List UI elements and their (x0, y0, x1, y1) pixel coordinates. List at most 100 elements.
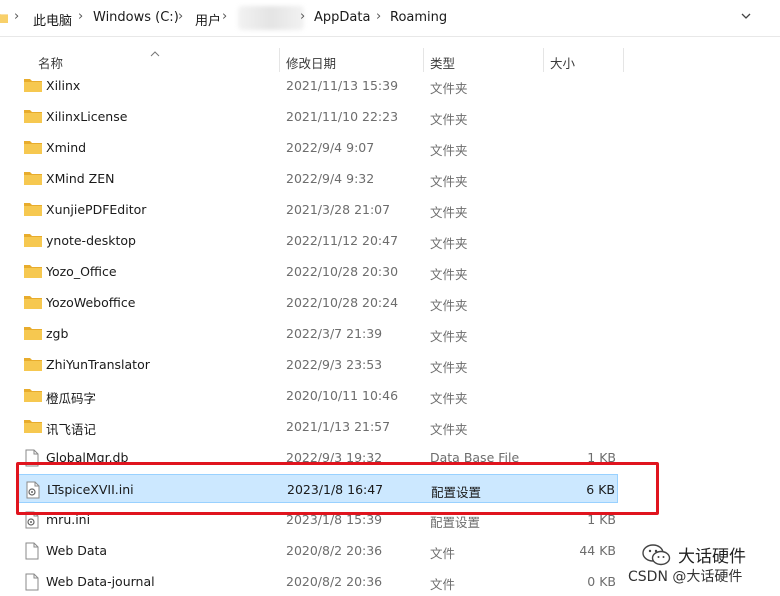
file-name: Web Data (46, 543, 108, 558)
file-type: 文件夹 (430, 298, 468, 313)
file-date: 2022/10/28 20:30 (286, 264, 399, 279)
file-date: 2020/10/11 10:46 (286, 388, 399, 403)
watermark-title: 大话硬件 (642, 542, 746, 567)
sort-ascending-icon (150, 46, 160, 61)
file-date: 2021/11/10 22:23 (286, 109, 399, 124)
file-row[interactable]: Xmind 2022/9/4 9:07 文件夹 (18, 133, 618, 162)
file-date: 2021/1/13 21:57 (286, 419, 391, 434)
breadcrumb-users[interactable]: 用户 (195, 10, 221, 29)
file-name: Xmind (46, 140, 87, 155)
folder-icon (24, 170, 42, 186)
file-name: 橙瓜码字 (46, 391, 97, 406)
folder-icon (24, 325, 42, 341)
chevron-down-icon[interactable] (740, 10, 752, 25)
file-row[interactable]: Web Data 2020/8/2 20:36 文件 44 KB (18, 536, 618, 565)
file-row[interactable]: YozoWeboffice 2022/10/28 20:24 文件夹 (18, 288, 618, 317)
breadcrumb-roaming[interactable]: Roaming (390, 10, 447, 25)
file-name: XMind ZEN (46, 171, 115, 186)
file-type: 文件夹 (430, 112, 468, 127)
chevron-right-icon[interactable]: › (376, 9, 381, 24)
breadcrumb-appdata[interactable]: AppData (314, 10, 370, 25)
file-row[interactable]: XilinxLicense 2021/11/10 22:23 文件夹 (18, 102, 618, 131)
file-type: 文件 (430, 546, 456, 561)
file-date: 2022/11/12 20:47 (286, 233, 399, 248)
file-name: Xilinx (46, 78, 81, 93)
column-date[interactable]: 修改日期 (286, 53, 336, 72)
file-name: XilinxLicense (46, 109, 128, 124)
breadcrumb-username-redacted[interactable] (238, 6, 304, 30)
folder-icon (24, 77, 42, 93)
file-name: 讯飞语记 (46, 422, 97, 437)
file-name: Web Data-journal (46, 574, 155, 589)
file-name: YozoWeboffice (46, 295, 136, 310)
file-type: Data Base File (430, 450, 520, 465)
file-type: 文件夹 (430, 422, 468, 437)
settings-file-icon (25, 481, 43, 499)
column-type[interactable]: 类型 (430, 53, 455, 72)
file-row[interactable]: XMind ZEN 2022/9/4 9:32 文件夹 (18, 164, 618, 193)
file-icon (24, 542, 42, 560)
file-row[interactable]: LTspiceXVII.ini 2023/1/8 16:47 配置设置 6 KB (18, 474, 618, 503)
file-type: 文件夹 (430, 174, 468, 189)
file-type: 文件 (430, 577, 456, 592)
file-date: 2022/9/3 23:53 (286, 357, 383, 372)
file-date: 2022/3/7 21:39 (286, 326, 383, 341)
folder-icon (24, 139, 42, 155)
file-date: 2021/3/28 21:07 (286, 202, 391, 217)
folder-icon (24, 387, 42, 403)
file-row[interactable]: Xilinx 2021/11/13 15:39 文件夹 (18, 71, 618, 100)
file-name: LTspiceXVII.ini (47, 482, 134, 497)
file-type: 文件夹 (430, 81, 468, 96)
file-date: 2022/9/4 9:32 (286, 171, 375, 186)
breadcrumb-drive[interactable]: Windows (C:) (93, 10, 179, 25)
file-date: 2021/11/13 15:39 (286, 78, 399, 93)
file-name: ZhiYunTranslator (46, 357, 150, 372)
file-date: 2022/9/3 19:32 (286, 450, 383, 465)
file-size: 6 KB (586, 482, 615, 497)
folder-icon (24, 108, 42, 124)
file-size: 1 KB (587, 512, 616, 527)
column-header: 名称 修改日期 类型 大小 (0, 44, 780, 74)
folder-icon (24, 263, 42, 279)
file-size: 1 KB (587, 450, 616, 465)
file-type: 文件夹 (430, 329, 468, 344)
file-size: 44 KB (579, 543, 616, 558)
file-row[interactable]: GlobalMgr.db 2022/9/3 19:32 Data Base File… (18, 443, 618, 472)
column-name[interactable]: 名称 (38, 53, 63, 72)
file-row[interactable]: zgb 2022/3/7 21:39 文件夹 (18, 319, 618, 348)
file-type: 文件夹 (430, 143, 468, 158)
file-date: 2020/8/2 20:36 (286, 574, 383, 589)
chevron-right-icon[interactable]: › (78, 9, 83, 24)
file-name: XunjiePDFEditor (46, 202, 147, 217)
file-name: Yozo_Office (46, 264, 117, 279)
file-date: 2020/8/2 20:36 (286, 543, 383, 558)
file-row[interactable]: Yozo_Office 2022/10/28 20:30 文件夹 (18, 257, 618, 286)
file-type: 文件夹 (430, 267, 468, 282)
watermark-credit: CSDN @大话硬件 (628, 569, 743, 585)
folder-icon (0, 10, 8, 27)
file-name: ynote-desktop (46, 233, 136, 248)
settings-file-icon (24, 511, 42, 529)
file-row[interactable]: ynote-desktop 2022/11/12 20:47 文件夹 (18, 226, 618, 255)
file-row[interactable]: 讯飞语记 2021/1/13 21:57 文件夹 (18, 412, 618, 441)
chevron-right-icon[interactable]: › (300, 9, 305, 24)
chevron-right-icon[interactable]: › (222, 9, 227, 24)
file-name: mru.ini (46, 512, 91, 527)
file-row[interactable]: mru.ini 2023/1/8 15:39 配置设置 1 KB (18, 505, 618, 534)
folder-icon (24, 294, 42, 310)
file-size: 0 KB (587, 574, 616, 589)
file-type: 文件夹 (430, 236, 468, 251)
file-icon (24, 573, 42, 591)
file-row[interactable]: 橙瓜码字 2020/10/11 10:46 文件夹 (18, 381, 618, 410)
folder-icon (24, 201, 42, 217)
folder-icon (24, 356, 42, 372)
file-row[interactable]: XunjiePDFEditor 2021/3/28 21:07 文件夹 (18, 195, 618, 224)
folder-icon (24, 418, 42, 434)
address-bar[interactable]: › 此电脑 › Windows (C:) › 用户 › › AppData › … (0, 0, 780, 37)
breadcrumb-this-pc[interactable]: 此电脑 (33, 10, 72, 29)
file-row[interactable]: ZhiYunTranslator 2022/9/3 23:53 文件夹 (18, 350, 618, 379)
wechat-icon (642, 543, 671, 565)
file-date: 2022/10/28 20:24 (286, 295, 399, 310)
chevron-right-icon[interactable]: › (178, 9, 183, 24)
column-size[interactable]: 大小 (550, 53, 575, 72)
